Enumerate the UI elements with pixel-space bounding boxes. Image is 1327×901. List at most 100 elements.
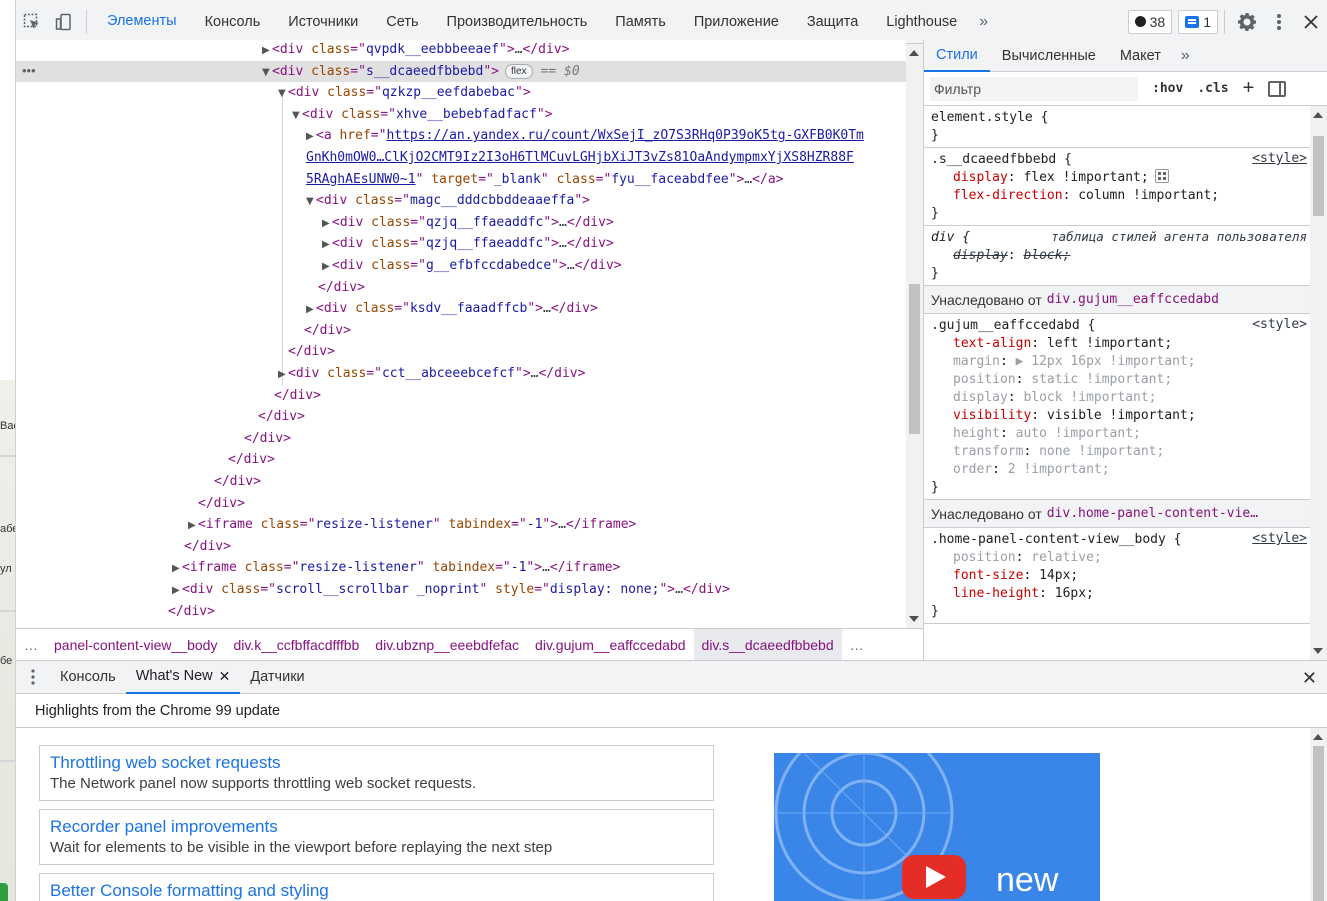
css-declaration[interactable]: margin: ▶ 12px 16px !important; (931, 353, 1321, 371)
rule-source-link[interactable]: <style> (1252, 531, 1307, 546)
dom-node[interactable]: </div> (16, 493, 906, 514)
dom-node[interactable]: ▶ <iframe class="resize-listener" tabinde… (16, 514, 906, 535)
dom-node[interactable]: ▶ <div class="ksdv__faaadffcb">…</div> (16, 298, 906, 319)
expand-triangle-icon[interactable]: ▶ (172, 558, 182, 579)
dom-node[interactable]: GnKh0mOW0…ClKjO2CMT9Iz2I3oH6TlMCuvLGHjbX… (16, 147, 906, 168)
collapse-triangle-icon[interactable]: ▼ (262, 62, 272, 83)
errors-counter-button[interactable]: 38 (1127, 9, 1173, 34)
css-declaration[interactable]: display: block !important; (931, 389, 1321, 407)
expand-triangle-icon[interactable]: ▶ (322, 256, 332, 277)
breadcrumb-item[interactable]: div.k__ccfbffacdfffbb (225, 629, 367, 661)
css-declaration[interactable]: transform: none !important; (931, 443, 1321, 461)
breadcrumb-item[interactable]: panel-content-view__body (46, 629, 225, 661)
dom-node[interactable]: </div> (16, 341, 906, 362)
inspect-element-icon[interactable] (16, 0, 48, 44)
css-declaration-overridden[interactable]: display: block; (931, 247, 1321, 265)
close-tab-icon[interactable]: ✕ (219, 668, 231, 685)
css-declaration[interactable]: position: relative; (931, 549, 1321, 567)
dom-node[interactable]: </div> (16, 471, 906, 492)
sidebar-toggle-icon[interactable] (1268, 80, 1287, 97)
styles-filter-input[interactable] (930, 76, 1138, 101)
breadcrumb-item-current[interactable]: div.s__dcaeedfbbebd (693, 628, 842, 661)
breadcrumb-overflow-left[interactable]: … (16, 637, 46, 653)
whats-new-card[interactable]: Throttling web socket requests The Netwo… (39, 745, 714, 801)
dom-node[interactable]: 5RAghAEsUNW0~1" target="_blank" class="f… (16, 169, 906, 190)
breadcrumb-item[interactable]: div.gujum__eaffccedabd (527, 629, 693, 661)
dom-node[interactable]: ▶ <div class="g__efbfccdabedce">…</div> (16, 255, 906, 276)
elements-dom-tree[interactable]: ▶ <div class="qvpdk__eebbbeeaef">…</div> ▼… (16, 40, 906, 628)
drawer-tab-whats-new[interactable]: What's New ✕ (125, 660, 241, 694)
drawer-tab-sensors[interactable]: Датчики (240, 660, 314, 694)
elements-scrollbar[interactable] (906, 44, 923, 628)
dom-node[interactable]: </div> (16, 320, 906, 341)
style-rule[interactable]: .s__dcaeedfbbebd { <style> display: flex… (924, 148, 1327, 226)
expand-triangle-icon[interactable]: ▶ (262, 40, 272, 61)
css-declaration[interactable]: order: 2 !important; (931, 461, 1321, 479)
rule-source-link[interactable]: <style> (1252, 151, 1307, 166)
css-declaration[interactable]: font-size: 14px; (931, 567, 1321, 585)
collapse-triangle-icon[interactable]: ▼ (292, 105, 302, 126)
expand-triangle-icon[interactable]: ▶ (188, 515, 198, 536)
dom-node-selected[interactable]: ▼ <div class="s__dcaeedfbbebd"> flex == $0 (16, 60, 906, 83)
dom-node[interactable]: ▼ <div class="magc__dddcbbddeaaeffa"> (16, 190, 906, 211)
expand-triangle-icon[interactable]: ▶ (306, 299, 316, 320)
expand-triangle-icon[interactable]: ▶ (322, 234, 332, 255)
drawer-menu-icon[interactable] (16, 660, 50, 694)
card-title[interactable]: Recorder panel improvements (50, 816, 703, 838)
close-devtools-icon[interactable] (1295, 0, 1327, 44)
dom-node[interactable]: ▶ <div class="scroll__scrollbar _noprint"… (16, 579, 906, 600)
inherited-from-link[interactable]: div.gujum__eaffccedabd (1047, 292, 1219, 307)
card-title[interactable]: Throttling web socket requests (50, 752, 703, 774)
rule-source-link[interactable]: <style> (1252, 317, 1307, 332)
tab-memory[interactable]: Память (601, 0, 680, 44)
scroll-up-icon[interactable] (909, 50, 919, 56)
expand-triangle-icon[interactable]: ▶ (322, 213, 332, 234)
node-actions-icon[interactable]: ••• (22, 63, 36, 78)
css-declaration[interactable]: text-align: left !important; (931, 335, 1321, 353)
dom-node[interactable]: </div> (16, 385, 906, 406)
scroll-up-icon[interactable] (1313, 112, 1323, 118)
cls-toggle-button[interactable]: .cls (1197, 81, 1228, 96)
tab-console[interactable]: Консоль (191, 0, 275, 44)
drawer-tab-console[interactable]: Консоль (50, 660, 126, 694)
scroll-down-icon[interactable] (1313, 648, 1323, 654)
dom-node[interactable]: ▶ <div class="qvpdk__eebbbeeaef">…</div> (16, 40, 906, 60)
expand-triangle-icon[interactable]: ▶ (306, 126, 316, 147)
tab-layout[interactable]: Макет (1108, 40, 1173, 72)
style-rule[interactable]: .gujum__eaffccedabd { <style> text-align… (924, 314, 1327, 500)
tab-styles[interactable]: Стили (924, 40, 990, 72)
whats-new-card[interactable]: Recorder panel improvements Wait for ele… (39, 809, 714, 865)
css-declaration[interactable]: position: static !important; (931, 371, 1321, 389)
css-declaration[interactable]: visibility: visible !important; (931, 407, 1321, 425)
collapse-triangle-icon[interactable]: ▼ (278, 83, 288, 104)
close-drawer-icon[interactable]: ✕ (1302, 668, 1317, 689)
messages-counter-button[interactable]: 1 (1178, 9, 1218, 34)
more-subtabs-button[interactable]: » (1173, 47, 1198, 65)
breadcrumb-overflow-right[interactable]: … (842, 637, 872, 653)
tab-performance[interactable]: Производительность (433, 0, 602, 44)
tab-network[interactable]: Сеть (372, 0, 432, 44)
flexbox-editor-icon[interactable] (1154, 169, 1169, 183)
expand-triangle-icon[interactable]: ▶ (172, 580, 182, 601)
dom-node[interactable]: </div> (16, 601, 906, 622)
scroll-thumb[interactable] (1313, 746, 1324, 901)
dom-node[interactable]: ▼ <div class="qzkzp__eefdabebac"> (16, 82, 906, 103)
dom-node[interactable]: </div> (16, 277, 906, 298)
css-declaration[interactable]: display: flex !important; (931, 169, 1321, 187)
whats-new-video-thumbnail[interactable]: new (774, 753, 1100, 901)
dom-node[interactable]: ▶ <div class="qzjq__ffaeaddfc">…</div> (16, 212, 906, 233)
dom-node[interactable]: ▶ <div class="qzjq__ffaeaddfc">…</div> (16, 233, 906, 254)
flex-badge[interactable]: flex (505, 63, 533, 79)
dom-node[interactable]: ▶ <iframe class="resize-listener" tabinde… (16, 557, 906, 578)
scroll-thumb[interactable] (1313, 136, 1324, 216)
dom-node[interactable]: </div> (16, 536, 906, 557)
style-rule-user-agent[interactable]: div { таблица стилей агента пользователя… (924, 226, 1327, 286)
scroll-thumb[interactable] (909, 284, 920, 434)
style-rule[interactable]: .home-panel-content-view__body { <style>… (924, 528, 1327, 624)
href-link[interactable]: https://an.yandex.ru/count/WxSejI_zO7S3R… (386, 128, 863, 143)
whats-new-card[interactable]: Better Console formatting and styling (39, 873, 714, 901)
device-toolbar-icon[interactable] (48, 0, 80, 44)
tab-security[interactable]: Защита (793, 0, 872, 44)
gear-icon[interactable] (1231, 0, 1263, 44)
kebab-menu-icon[interactable] (1263, 0, 1295, 44)
